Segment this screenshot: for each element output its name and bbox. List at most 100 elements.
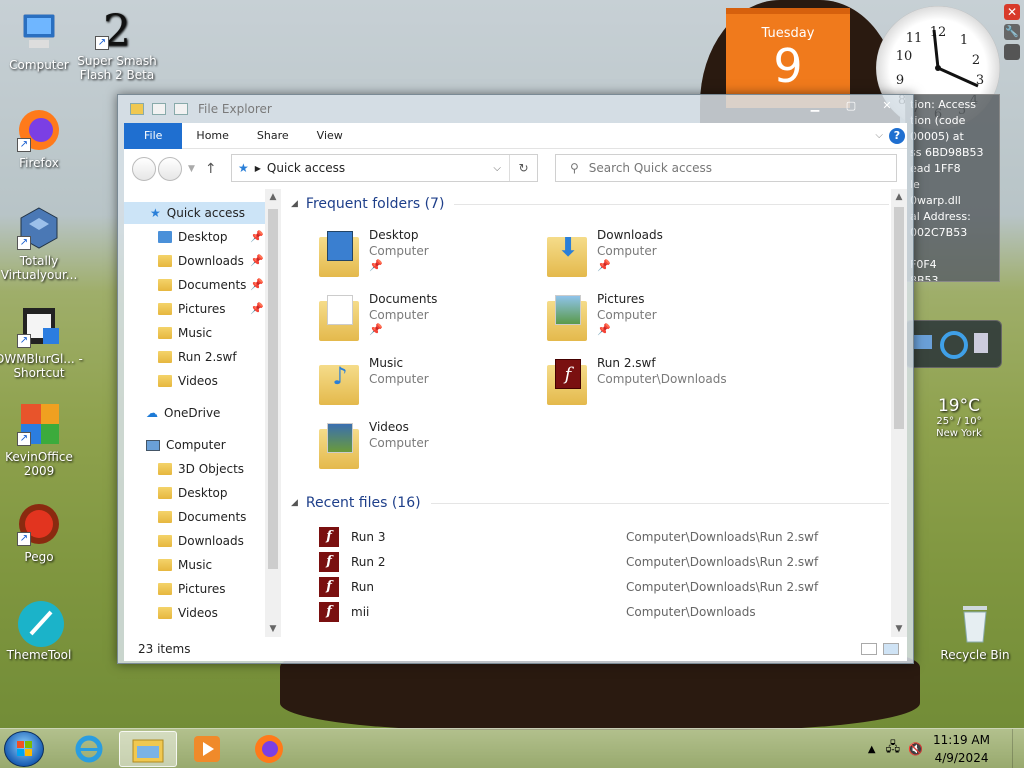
network-icon[interactable]: 🖧 (886, 738, 901, 760)
forward-button[interactable] (158, 157, 182, 181)
content-scrollbar[interactable]: ▲ ▼ (891, 189, 907, 637)
desktop-icon-dwmblurglass[interactable]: ↗ DWMBlurGl... - Shortcut (0, 304, 84, 380)
nav-item-pictures[interactable]: Pictures 📌 (158, 298, 268, 320)
folder-tile-downloads[interactable]: ⬇ Downloads Computer 📌 (537, 227, 757, 287)
address-text: Quick access (266, 161, 346, 175)
start-button[interactable] (4, 731, 44, 767)
shortcut-arrow-icon: ↗ (17, 334, 31, 348)
nav-item-computer-videos[interactable]: Videos (158, 602, 268, 624)
nav-item-quick-access[interactable]: ★ Quick access (124, 202, 265, 224)
show-hidden-icons-icon[interactable]: ▲ (868, 744, 876, 755)
taskbar-media-player[interactable] (178, 731, 236, 767)
refresh-icon[interactable]: ↻ (509, 155, 537, 181)
taskbar-firefox[interactable] (240, 731, 298, 767)
desktop-icon-pego[interactable]: ↗ Pego (0, 502, 84, 564)
recent-file-row[interactable]: f Run 3 Computer\Downloads\Run 2.swf (319, 525, 889, 549)
desktop-folder-icon (158, 487, 172, 499)
tab-view[interactable]: View (303, 123, 357, 149)
folder-tile-run2swf[interactable]: f Run 2.swf Computer\Downloads (537, 355, 757, 415)
show-desktop-button[interactable] (1012, 729, 1024, 768)
frequent-folders-header[interactable]: ◢ Frequent folders (7) (291, 196, 889, 212)
nav-scroll-thumb[interactable] (268, 209, 278, 569)
minimize-button[interactable]: ▁ (797, 97, 833, 115)
desktop-icon-recycle-bin[interactable]: Recycle Bin (930, 600, 1020, 662)
scroll-up-icon[interactable]: ▲ (891, 189, 907, 205)
desktop-icon-firefox[interactable]: ↗ Firefox (0, 108, 84, 170)
recent-file-row[interactable]: f Run 2 Computer\Downloads\Run 2.swf (319, 550, 889, 574)
nav-item-computer[interactable]: Computer (146, 434, 266, 456)
nav-scrollbar[interactable]: ▲ ▼ (265, 189, 281, 637)
navigation-pane: ★ Quick access Desktop 📌 Downloads 📌 Docum… (124, 189, 281, 637)
wrench-icon[interactable]: 🔧 (1004, 24, 1020, 40)
recent-file-row[interactable]: f mii Computer\Downloads (319, 600, 889, 624)
nav-item-videos[interactable]: Videos (158, 370, 268, 392)
documents-folder-icon (158, 279, 172, 291)
title-bar[interactable]: File Explorer ▁ ▢ ✕ (118, 95, 913, 123)
folder-tile-music[interactable]: ♪ Music Computer (309, 355, 529, 415)
close-icon[interactable]: ✕ (1004, 4, 1020, 20)
content-scroll-thumb[interactable] (894, 207, 904, 429)
desktop-icon-themetool[interactable]: ThemeTool (0, 600, 84, 662)
downloads-folder-icon (158, 535, 172, 547)
folder-tile-videos[interactable]: Videos Computer (309, 419, 529, 479)
nav-item-3d-objects[interactable]: 3D Objects (158, 458, 268, 480)
tab-share[interactable]: Share (243, 123, 303, 149)
recycle-bin-icon (953, 600, 997, 644)
help-icon[interactable]: ? (889, 127, 905, 144)
address-dropdown-icon[interactable]: ⌵ (493, 163, 501, 174)
taskbar-file-explorer[interactable] (119, 731, 177, 767)
folder-icon[interactable] (130, 103, 144, 115)
scroll-down-icon[interactable]: ▼ (265, 621, 281, 637)
folder-tile-pictures[interactable]: Pictures Computer 📌 (537, 291, 757, 351)
details-view-icon[interactable] (861, 643, 877, 655)
pin-icon: 📌 (250, 254, 264, 267)
folder-tile-desktop[interactable]: Desktop Computer 📌 (309, 227, 529, 287)
recent-file-row[interactable]: f Run Computer\Downloads\Run 2.swf (319, 575, 889, 599)
videos-folder-icon (319, 423, 359, 469)
nav-item-run2swf[interactable]: Run 2.swf (158, 346, 268, 368)
nav-item-computer-documents[interactable]: Documents (158, 506, 268, 528)
tab-home[interactable]: Home (182, 123, 242, 149)
scroll-down-icon[interactable]: ▼ (891, 621, 907, 637)
nav-item-computer-desktop[interactable]: Desktop (158, 482, 268, 504)
chevron-down-icon[interactable]: ⌵ (875, 130, 883, 141)
taskbar-clock[interactable]: 11:19 AM 4/9/2024 (933, 731, 990, 767)
nav-item-downloads[interactable]: Downloads 📌 (158, 250, 268, 272)
new-folder-icon[interactable] (174, 103, 188, 115)
address-bar[interactable]: ★ ▶ Quick access ⌵ ↻ (231, 154, 538, 182)
nav-item-computer-music[interactable]: Music (158, 554, 268, 576)
nav-item-documents[interactable]: Documents 📌 (158, 274, 268, 296)
weather-gadget[interactable]: 19°C 25° / 10° New York (918, 396, 1000, 456)
nav-item-computer-downloads[interactable]: Downloads (158, 530, 268, 552)
pin-icon: 📌 (369, 323, 383, 336)
desktop-icon-virtualbox[interactable]: ↗ Totally Virtualyour... (0, 206, 84, 282)
close-button[interactable]: ✕ (869, 97, 905, 115)
folder-tile-documents[interactable]: Documents Computer 📌 (309, 291, 529, 351)
recent-files-header[interactable]: ◢ Recent files (16) (291, 495, 889, 511)
nav-item-computer-pictures[interactable]: Pictures (158, 578, 268, 600)
collapse-icon: ◢ (291, 199, 298, 209)
search-input[interactable]: ⚲ Search Quick access (555, 154, 897, 182)
music-folder-icon (158, 559, 172, 571)
app-launcher-gadget (905, 320, 1002, 368)
nav-item-desktop[interactable]: Desktop 📌 (158, 226, 268, 248)
pin-icon[interactable] (152, 103, 166, 115)
cloud-icon: ☁ (146, 406, 158, 420)
desktop-icon-kevinoffice[interactable]: ↗ KevinOffice 2009 (0, 402, 84, 478)
nav-item-onedrive[interactable]: ☁ OneDrive (146, 402, 266, 424)
window-title: File Explorer (198, 102, 272, 116)
calendar-gadget[interactable]: Tuesday 9 (726, 8, 850, 108)
volume-muted-icon[interactable]: 🔇 (908, 742, 923, 756)
drag-handle-icon[interactable] (1004, 44, 1020, 60)
scroll-up-icon[interactable]: ▲ (265, 189, 281, 205)
desktop-icon-super-smash-flash[interactable]: 2 ↗ Super Smash Flash 2 Beta (72, 6, 162, 82)
up-arrow-icon[interactable]: ↑ (205, 161, 217, 177)
taskbar-internet-explorer[interactable] (60, 731, 118, 767)
taskbar: ▲ 🖧 🔇 11:19 AM 4/9/2024 (0, 728, 1024, 768)
back-button[interactable] (132, 157, 156, 181)
large-icons-view-icon[interactable] (883, 643, 899, 655)
recent-locations-icon[interactable]: ▼ (188, 164, 195, 174)
maximize-button[interactable]: ▢ (833, 97, 869, 115)
tab-file[interactable]: File (124, 122, 183, 149)
nav-item-music[interactable]: Music (158, 322, 268, 344)
